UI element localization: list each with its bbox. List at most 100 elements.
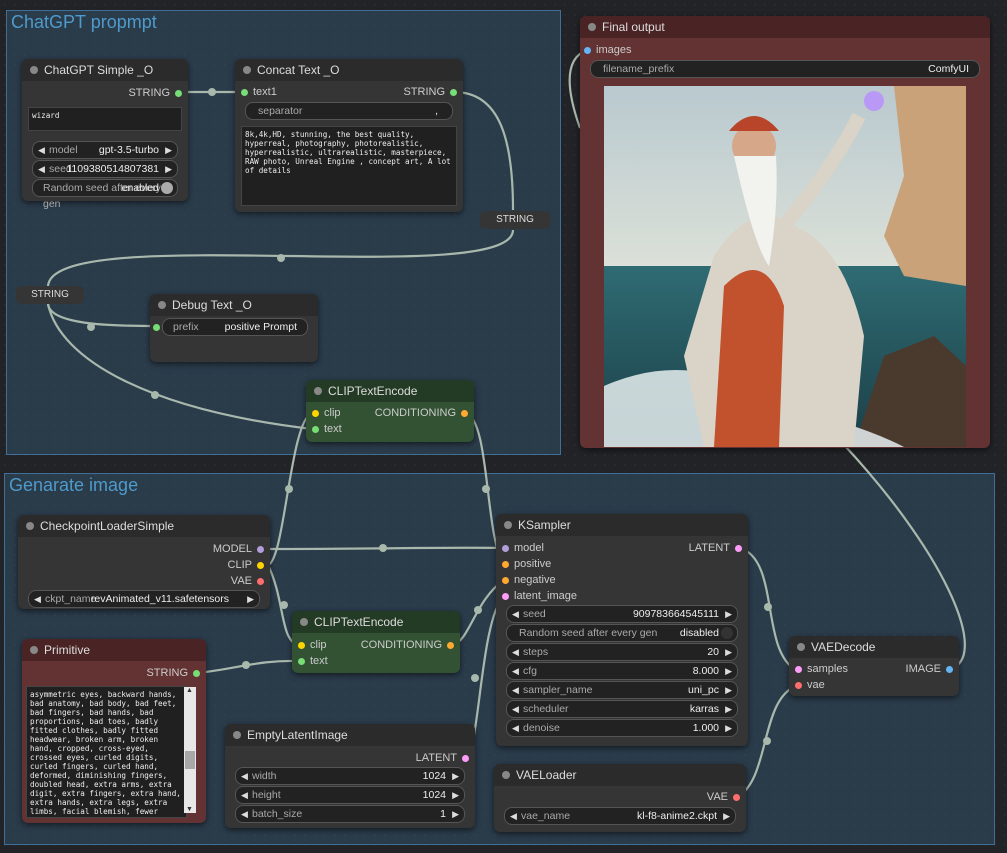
port-dot-icon[interactable] — [502, 560, 509, 568]
collapse-dot-icon[interactable] — [243, 66, 251, 74]
collapse-dot-icon[interactable] — [504, 521, 512, 529]
node-header[interactable]: CheckpointLoaderSimple — [18, 515, 270, 537]
port-dot-icon[interactable] — [502, 592, 509, 600]
input-text[interactable]: text — [312, 422, 342, 436]
input-negative[interactable]: negative — [502, 573, 556, 587]
collapse-dot-icon[interactable] — [30, 646, 38, 654]
left-arrow-icon[interactable]: ◀ — [241, 787, 248, 803]
port-dot-icon[interactable] — [312, 409, 319, 417]
port-dot-icon[interactable] — [584, 46, 591, 54]
right-arrow-icon[interactable]: ▶ — [165, 142, 172, 158]
right-arrow-icon[interactable]: ▶ — [725, 701, 732, 717]
seed-number[interactable]: ◀ seed 1109380514807381 ▶ — [32, 160, 178, 178]
toggle-knob-icon[interactable] — [161, 182, 173, 194]
random-seed-toggle[interactable]: Random seed after every gen enabled — [32, 179, 178, 210]
right-arrow-icon[interactable]: ▶ — [725, 663, 732, 679]
port-dot-icon[interactable] — [735, 544, 742, 552]
output-string[interactable]: STRING — [146, 666, 200, 680]
output-clip[interactable]: CLIP — [228, 558, 264, 572]
prompt-textarea[interactable]: wizard — [28, 107, 182, 131]
left-arrow-icon[interactable]: ◀ — [512, 644, 519, 660]
node-header[interactable]: Final output — [580, 16, 990, 38]
collapse-dot-icon[interactable] — [233, 731, 241, 739]
input-text[interactable]: text — [298, 654, 328, 668]
collapse-dot-icon[interactable] — [26, 522, 34, 530]
right-arrow-icon[interactable]: ▶ — [723, 808, 730, 824]
port-dot-icon[interactable] — [312, 425, 319, 433]
node-header[interactable]: VAEDecode — [789, 636, 959, 658]
empty-latent-image-node[interactable]: EmptyLatentImage LATENT ◀ width 1024 ▶ ◀ hei… — [225, 724, 475, 828]
input-vae[interactable]: vae — [795, 678, 825, 692]
port-dot-icon[interactable] — [795, 681, 802, 689]
ksampler-node[interactable]: KSampler model positive negative latent_… — [496, 514, 748, 746]
input-latent-image[interactable]: latent_image — [502, 589, 577, 603]
collapse-dot-icon[interactable] — [300, 618, 308, 626]
chatgpt-simple-node[interactable]: ChatGPT Simple _O STRING wizard ◀ model gp… — [22, 59, 188, 210]
right-arrow-icon[interactable]: ▶ — [725, 644, 732, 660]
left-arrow-icon[interactable]: ◀ — [512, 606, 519, 622]
vae-name-combo[interactable]: ◀ vae_name kl-f8-anime2.ckpt ▶ — [504, 807, 736, 825]
checkpoint-loader-node[interactable]: CheckpointLoaderSimple MODEL CLIP VAE ◀ c… — [18, 515, 270, 609]
input-positive[interactable]: positive — [502, 557, 551, 571]
node-header[interactable]: CLIPTextEncode — [306, 380, 474, 402]
scheduler-combo[interactable]: ◀ scheduler karras ▶ — [506, 700, 738, 718]
sampler-name-combo[interactable]: ◀ sampler_name uni_pc ▶ — [506, 681, 738, 699]
scroll-up-icon[interactable]: ▲ — [186, 687, 193, 694]
port-dot-icon[interactable] — [257, 545, 264, 553]
debug-text-node[interactable]: Debug Text _O prefix positive Prompt — [150, 294, 318, 362]
left-arrow-icon[interactable]: ◀ — [34, 591, 41, 607]
cfg-number[interactable]: ◀ cfg 8.000 ▶ — [506, 662, 738, 680]
port-dot-icon[interactable] — [298, 641, 305, 649]
vae-decode-node[interactable]: VAEDecode samples vae IMAGE — [789, 636, 959, 696]
node-header[interactable]: CLIPTextEncode — [292, 611, 460, 633]
left-arrow-icon[interactable]: ◀ — [241, 806, 248, 822]
reroute-string[interactable]: STRING — [16, 286, 84, 304]
left-arrow-icon[interactable]: ◀ — [510, 808, 517, 824]
node-header[interactable]: Primitive — [22, 639, 206, 661]
batch-size-number[interactable]: ◀ batch_size 1 ▶ — [235, 805, 465, 823]
right-arrow-icon[interactable]: ▶ — [725, 682, 732, 698]
right-arrow-icon[interactable]: ▶ — [452, 787, 459, 803]
output-vae[interactable]: VAE — [231, 574, 264, 588]
port-dot-icon[interactable] — [461, 409, 468, 417]
node-header[interactable]: Concat Text _O — [235, 59, 463, 81]
model-combo[interactable]: ◀ model gpt-3.5-turbo ▶ — [32, 141, 178, 159]
port-dot-icon[interactable] — [175, 89, 182, 97]
input-text1[interactable]: text1 — [241, 85, 277, 99]
separator-field[interactable]: separator, — [245, 102, 453, 120]
input-samples[interactable]: samples — [795, 662, 848, 676]
right-arrow-icon[interactable]: ▶ — [165, 161, 172, 177]
vae-loader-node[interactable]: VAELoader VAE ◀ vae_name kl-f8-anime2.ckpt… — [494, 764, 746, 832]
random-seed-toggle[interactable]: Random seed after every gen disabled — [506, 624, 738, 642]
node-header[interactable]: KSampler — [496, 514, 748, 536]
port-dot-icon[interactable] — [733, 793, 740, 801]
seed-number[interactable]: ◀ seed 909783664545111 ▶ — [506, 605, 738, 623]
prefix-field[interactable]: prefix positive Prompt — [162, 318, 308, 336]
input-model[interactable]: model — [502, 541, 544, 555]
left-arrow-icon[interactable]: ◀ — [38, 161, 45, 177]
port-dot-icon[interactable] — [241, 88, 248, 96]
left-arrow-icon[interactable]: ◀ — [38, 142, 45, 158]
collapse-dot-icon[interactable] — [797, 643, 805, 651]
output-conditioning[interactable]: CONDITIONING — [375, 406, 468, 420]
collapse-dot-icon[interactable] — [30, 66, 38, 74]
right-arrow-icon[interactable]: ▶ — [247, 591, 254, 607]
negative-prompt-textarea[interactable]: asymmetric eyes, backward hands, bad ana… — [26, 686, 187, 818]
steps-number[interactable]: ◀ steps 20 ▶ — [506, 643, 738, 661]
right-arrow-icon[interactable]: ▶ — [452, 806, 459, 822]
output-vae[interactable]: VAE — [707, 790, 740, 804]
port-dot-icon[interactable] — [193, 669, 200, 677]
output-string[interactable]: STRING — [403, 85, 457, 99]
node-header[interactable]: Debug Text _O — [150, 294, 318, 316]
collapse-dot-icon[interactable] — [588, 23, 596, 31]
port-dot-icon[interactable] — [450, 88, 457, 96]
height-number[interactable]: ◀ height 1024 ▶ — [235, 786, 465, 804]
left-arrow-icon[interactable]: ◀ — [241, 768, 248, 784]
output-string[interactable]: STRING — [128, 86, 182, 100]
output-conditioning[interactable]: CONDITIONING — [361, 638, 454, 652]
reroute-string[interactable]: STRING — [480, 211, 550, 229]
concat-text-node[interactable]: Concat Text _O text1 STRING separator, 8… — [235, 59, 463, 212]
left-arrow-icon[interactable]: ◀ — [512, 663, 519, 679]
textarea-scrollbar[interactable]: ▲ ▼ — [184, 687, 196, 813]
input-images[interactable]: images — [584, 43, 631, 57]
